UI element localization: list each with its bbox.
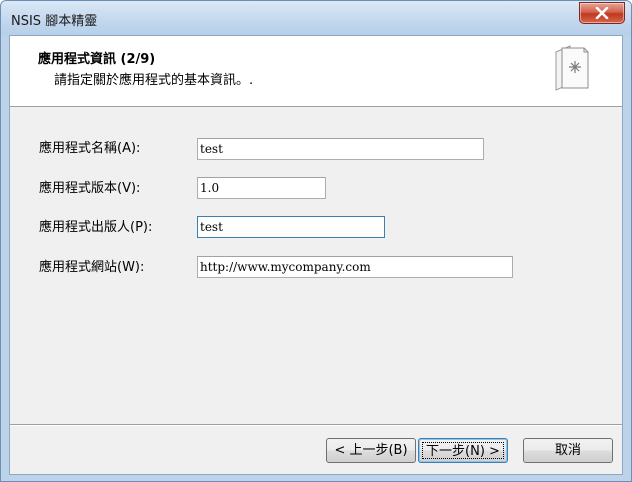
app-publisher-input[interactable] [197,216,385,238]
footer-divider [10,424,622,426]
cancel-button[interactable]: 取消 [523,438,613,463]
app-website-label: 應用程式網站(W): [39,260,145,275]
page-subtitle: 請指定關於應用程式的基本資訊。. [54,73,254,88]
app-name-input[interactable] [197,138,484,160]
close-button[interactable] [579,2,625,24]
document-icon [555,45,589,91]
app-version-label: 應用程式版本(V): [39,181,141,196]
next-button[interactable]: 下一步(N) > [418,438,508,463]
title-bar[interactable]: NSIS 腳本精靈 [1,1,631,35]
close-icon [595,7,609,19]
app-version-input[interactable] [197,177,326,199]
next-button-label: 下一步(N) > [422,442,504,459]
app-publisher-label: 應用程式出版人(P): [39,220,153,235]
wizard-client-area: 應用程式資訊 (2/9) 請指定關於應用程式的基本資訊。. 應用程式名稱(A):… [9,35,623,475]
app-website-input[interactable] [197,256,513,278]
page-title: 應用程式資訊 (2/9) [38,52,156,67]
wizard-header: 應用程式資訊 (2/9) 請指定關於應用程式的基本資訊。. [10,36,622,107]
app-name-label: 應用程式名稱(A): [39,141,141,156]
wizard-window: NSIS 腳本精靈 應用程式資訊 (2/9) 請指定關於應用程式的基本資訊。. [0,0,632,482]
back-button[interactable]: < 上一步(B) [326,438,416,463]
window-title: NSIS 腳本精靈 [11,14,98,29]
